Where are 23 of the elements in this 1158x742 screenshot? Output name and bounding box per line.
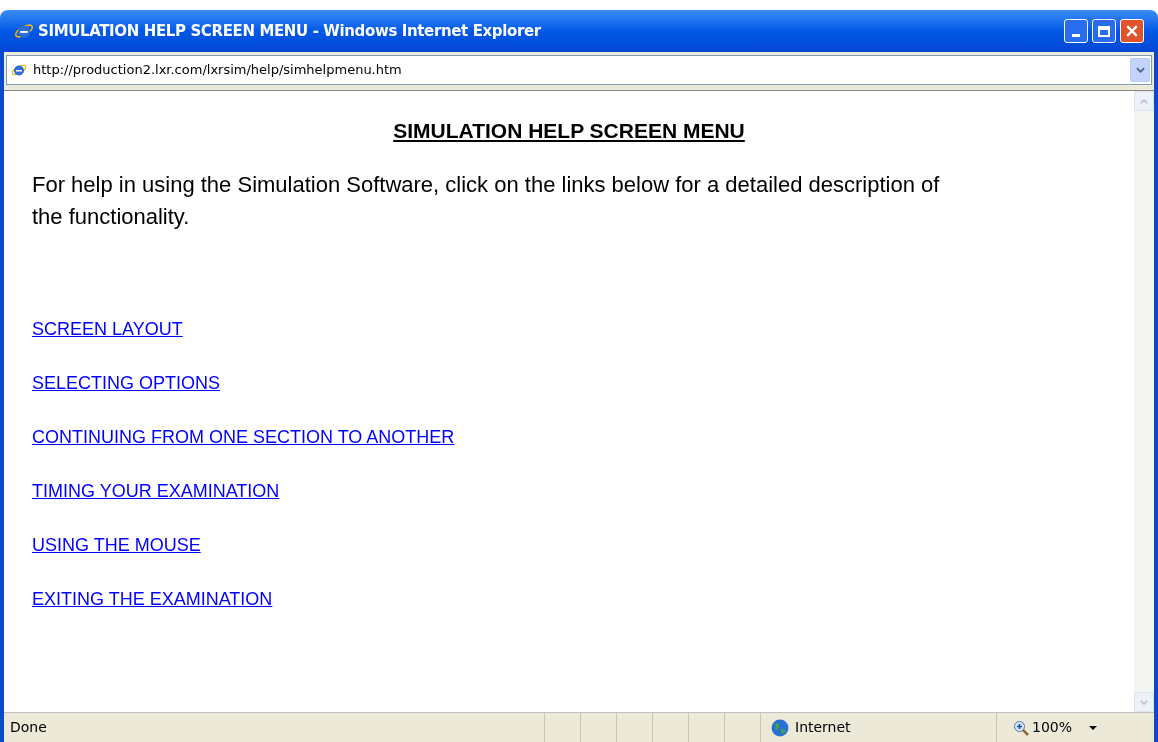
window-title: SIMULATION HELP SCREEN MENU - Windows Internet Explorer [38,20,542,42]
page-icon [11,62,27,78]
url-text: http://production2.lxr.com/lxrsim/help/simhelpmenu.htm [33,61,403,80]
browser-logo-icon [14,21,34,41]
zoom-level[interactable]: 100% [1032,717,1073,738]
minimize-button[interactable] [1064,19,1088,43]
close-button[interactable] [1120,19,1144,43]
caret-icon[interactable] [1089,725,1098,730]
status-text: Done [9,718,48,737]
globe-icon [771,718,789,737]
intro-paragraph: For help in using the Simulation Software, click on the links below for a detailed description of the functionality. [32,170,941,231]
help-link[interactable]: SCREEN LAYOUT [32,318,183,339]
help-link[interactable]: TIMING YOUR EXAMINATION [32,480,280,501]
help-link[interactable]: SELECTING OPTIONS [32,372,221,393]
zoom-icon [1013,719,1029,736]
help-link[interactable]: USING THE MOUSE [32,534,201,555]
zone-text: Internet [795,718,851,737]
help-link[interactable]: CONTINUING FROM ONE SECTION TO ANOTHER [32,426,455,447]
close-icon [1126,25,1138,37]
help-link[interactable]: EXITING THE EXAMINATION [32,588,273,609]
maximize-button[interactable] [1092,19,1116,43]
page-heading: SIMULATION HELP SCREEN MENU [393,119,745,142]
address-bar[interactable]: http://production2.lxr.com/lxrsim/help/simhelpmenu.htm [6,55,1152,85]
